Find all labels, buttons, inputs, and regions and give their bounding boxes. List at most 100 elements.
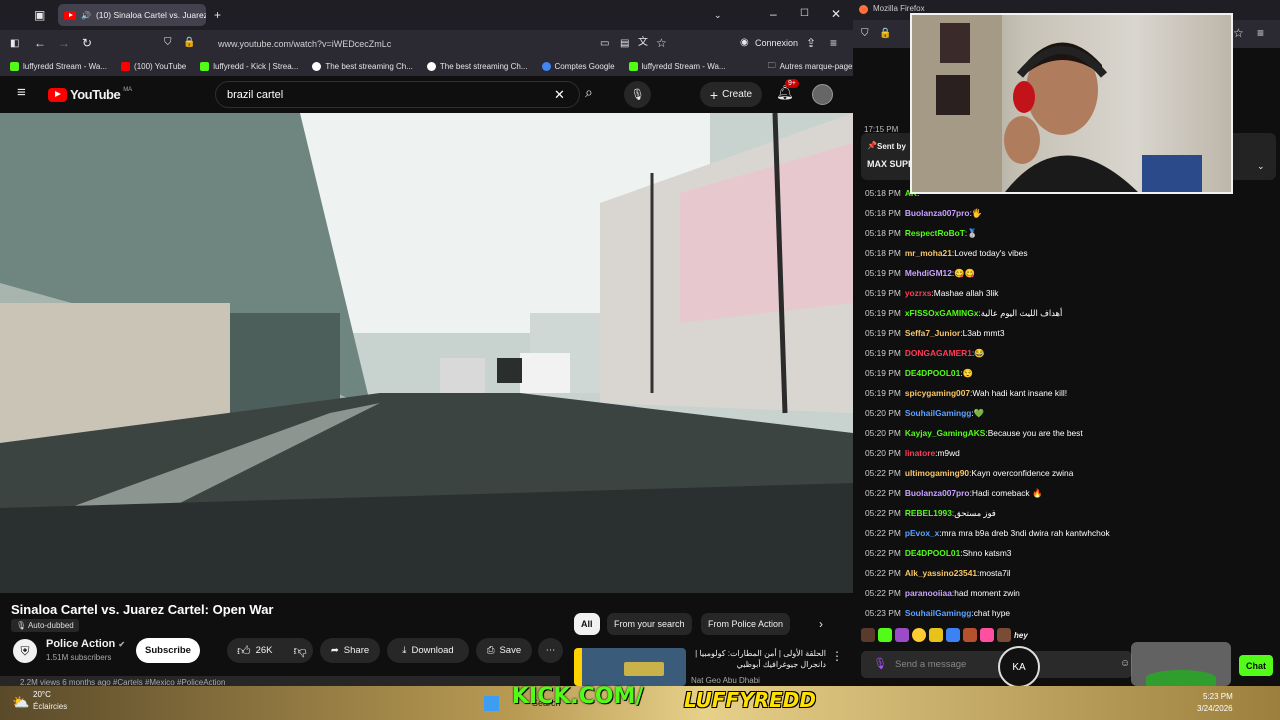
download-button[interactable]: ⤓ Download (387, 638, 469, 663)
back-icon[interactable]: ← (34, 37, 46, 49)
reader-icon[interactable]: ▤ (620, 38, 629, 50)
forward-icon[interactable]: → (58, 37, 70, 49)
pip-icon[interactable]: ▭ (600, 38, 609, 50)
chat-username[interactable]: RespectRoBoT (905, 228, 965, 238)
windows-start-icon[interactable] (484, 696, 499, 711)
chat-message-text: Because you are the best (987, 428, 1083, 438)
emote-icon[interactable] (861, 628, 875, 642)
chat-username[interactable]: linatore (905, 448, 935, 458)
chat-username[interactable]: DE4DPOOL01 (905, 548, 960, 558)
translate-icon[interactable]: 文 (638, 37, 648, 49)
bookmark-item[interactable]: (100) YouTube (121, 62, 186, 71)
account-icon[interactable]: ◉ (740, 37, 749, 49)
emote-icon[interactable] (997, 628, 1011, 642)
more-vertical-icon[interactable]: ⋮ (831, 650, 843, 662)
chat-username[interactable]: yozrxs (905, 288, 932, 298)
shield-icon[interactable]: ⛉ (861, 28, 869, 40)
emote-icon[interactable] (963, 628, 977, 642)
like-icon[interactable]: 👍︎ (237, 643, 251, 659)
emote-text[interactable]: hey (1014, 631, 1028, 640)
save-button[interactable]: ⎙ Save (476, 638, 532, 663)
recommended-title[interactable]: الحلقة الأولى | أمن المطارات: كولومبيا |… (691, 648, 826, 672)
chat-username[interactable]: Kayjay_GamingAKS (905, 428, 986, 438)
chat-username[interactable]: DE4DPOOL01 (905, 368, 960, 378)
account-label[interactable]: Connexion (755, 38, 798, 48)
bookmark-item[interactable]: luffyredd - Kick | Strea... (200, 62, 298, 71)
chat-username[interactable]: SouhailGamingg (905, 408, 972, 418)
extensions-icon[interactable]: ⇪ (806, 37, 816, 49)
subscribe-button[interactable]: Subscribe (136, 638, 200, 663)
chat-username[interactable]: DONGAGAMER1 (905, 348, 972, 358)
other-bookmarks[interactable]: 🗀 Autres marque-pages (768, 60, 853, 74)
weather-icon[interactable]: ⛅ (12, 694, 29, 711)
search-input[interactable]: brazil cartel ✕ (215, 81, 580, 108)
bookmark-item[interactable]: luffyredd Stream - Wa... (628, 62, 726, 71)
list-all-tabs-icon[interactable]: ⌄ (714, 9, 722, 21)
youtube-logo[interactable]: YouTube MA (48, 87, 132, 102)
bookmark-item[interactable]: The best streaming Ch... (426, 62, 528, 71)
channel-avatar-icon[interactable]: ⛨ (13, 639, 37, 663)
chat-message-time: 05:22 PM (865, 508, 901, 518)
webcam-overlay (910, 13, 1233, 194)
recommended-thumbnail[interactable] (574, 648, 686, 686)
chat-username[interactable]: pEvox_x (905, 528, 939, 538)
menu-icon[interactable]: ≡ (830, 37, 837, 49)
chat-username[interactable]: xFISSOxGAMINGx (905, 308, 979, 318)
chat-send-button[interactable]: Chat (1239, 655, 1273, 676)
bookmark-star-icon[interactable]: ☆ (656, 37, 667, 49)
emote-icon[interactable] (946, 628, 960, 642)
chip-from-your-search[interactable]: From your search (607, 613, 692, 635)
chat-username[interactable]: Alk_yassino23541 (905, 568, 977, 578)
chat-username[interactable]: Seffa7_Junior (905, 328, 960, 338)
microphone-icon[interactable]: 🎙 (873, 657, 887, 670)
clear-search-icon[interactable]: ✕ (554, 87, 565, 103)
chat-username[interactable]: mr_moha21 (905, 248, 952, 258)
chat-username[interactable]: ultimogaming90 (905, 468, 969, 478)
dislike-icon[interactable]: 👎︎ (294, 643, 307, 659)
emote-icon[interactable] (878, 628, 892, 642)
close-window-icon[interactable]: ✕ (831, 8, 841, 20)
emote-icon[interactable] (912, 628, 926, 642)
maximize-icon[interactable]: ☐ (800, 8, 809, 20)
hamburger-menu-icon[interactable]: ≡ (17, 85, 26, 100)
bookmark-item[interactable]: Comptes Google (541, 62, 615, 71)
chat-username[interactable]: spicygaming007 (905, 388, 970, 398)
chevron-down-icon[interactable]: ⌄ (1257, 161, 1265, 172)
minimize-icon[interactable]: – (770, 8, 777, 20)
create-button[interactable]: + Create (700, 82, 762, 107)
like-count[interactable]: 26K (256, 645, 273, 656)
voice-search-icon[interactable]: 🎙 (624, 81, 651, 108)
chat-username[interactable]: MehdiGM12 (905, 268, 952, 278)
sidebar-icon[interactable]: ◧ (10, 38, 19, 50)
chat-username[interactable]: REBEL1993 (905, 508, 952, 518)
channel-name[interactable]: Police Action ✔ (46, 638, 125, 650)
more-actions-button[interactable]: ⋯ (538, 638, 563, 663)
chip-from-channel[interactable]: From Police Action (701, 613, 791, 635)
tab-list-icon[interactable]: ▣ (34, 9, 45, 21)
chevron-right-icon[interactable]: › (819, 618, 823, 630)
emoji-icon[interactable]: ☺ (1120, 658, 1130, 669)
chat-message-time: 05:22 PM (865, 468, 901, 478)
bookmark-item[interactable]: The best streaming Ch... (312, 62, 413, 71)
audio-icon[interactable]: 🔊 (81, 11, 91, 20)
chat-username[interactable]: Buolanza007pro (905, 488, 970, 498)
menu-icon[interactable]: ≡ (1257, 27, 1264, 39)
bookmark-item[interactable]: luffyredd Stream - Wa... (10, 62, 107, 71)
chip-all[interactable]: All (574, 613, 600, 635)
reload-icon[interactable]: ↻ (82, 37, 92, 49)
video-player[interactable] (0, 113, 853, 593)
tab-youtube[interactable]: 🔊 (10) Sinaloa Cartel vs. Juarez ✕ (58, 4, 206, 26)
chat-message-input[interactable]: 🎙 Send a message ☺ (861, 651, 1132, 678)
new-tab-icon[interactable]: + (214, 9, 221, 21)
emote-icon[interactable] (895, 628, 909, 642)
emote-icon[interactable] (929, 628, 943, 642)
shield-icon[interactable]: ⛉ (164, 37, 172, 49)
chat-username[interactable]: paranooiiaa (905, 588, 952, 598)
chat-username[interactable]: Buolanza007pro (905, 208, 970, 218)
emote-icon[interactable] (980, 628, 994, 642)
avatar[interactable] (812, 84, 833, 105)
search-icon[interactable]: ⌕ (585, 85, 593, 99)
bookmark-star-icon[interactable]: ☆ (1233, 27, 1244, 39)
chat-username[interactable]: SouhailGamingg (905, 608, 972, 618)
share-button[interactable]: ➦ Share (320, 638, 380, 663)
